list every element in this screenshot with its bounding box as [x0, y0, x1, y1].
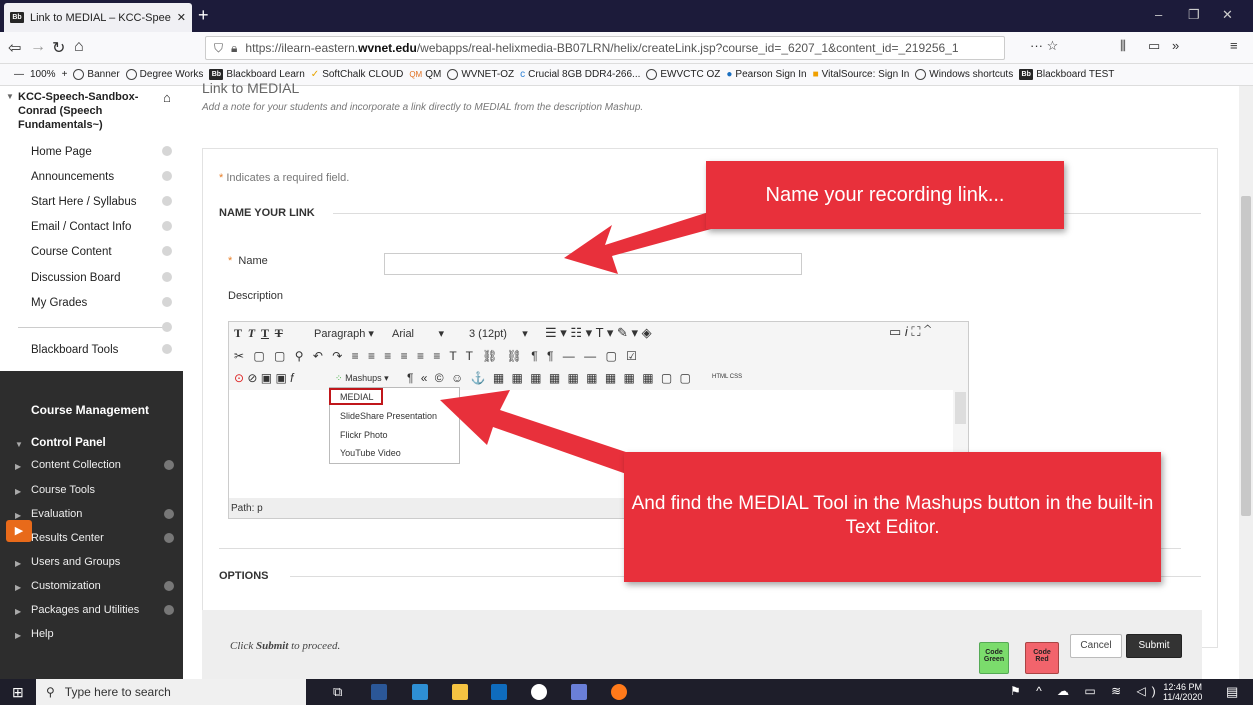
- file-explorer-icon[interactable]: [452, 684, 468, 700]
- callout-medial-tool: And find the MEDIAL Tool in the Mashups …: [624, 452, 1161, 582]
- windows-start-icon[interactable]: ⊞: [12, 684, 24, 701]
- app-icon[interactable]: [531, 684, 547, 700]
- system-tray-icons[interactable]: ⚑ ^ ☁ ▭ ≋ ◁): [1010, 684, 1162, 698]
- word-icon[interactable]: [371, 684, 387, 700]
- taskbar-search[interactable]: ⚲ Type here to search: [36, 679, 306, 705]
- search-icon: ⚲: [46, 685, 55, 699]
- app-icon[interactable]: [412, 684, 428, 700]
- task-view-icon[interactable]: ⧉: [333, 684, 342, 700]
- firefox-icon[interactable]: [611, 684, 627, 700]
- annotation-arrows: [440, 210, 722, 490]
- outlook-icon[interactable]: [491, 684, 507, 700]
- app-icon[interactable]: [571, 684, 587, 700]
- callout-name-link: Name your recording link...: [706, 161, 1064, 229]
- notification-icon[interactable]: ▤: [1226, 684, 1238, 700]
- arrow-to-name: [564, 210, 722, 274]
- windows-taskbar: ⊞ ⚲ Type here to search ⧉ ⚑ ^ ☁ ▭ ≋ ◁) 1…: [0, 679, 1253, 705]
- clock[interactable]: 12:46 PM 11/4/2020: [1163, 682, 1202, 702]
- taskbar-search-text: Type here to search: [64, 685, 171, 699]
